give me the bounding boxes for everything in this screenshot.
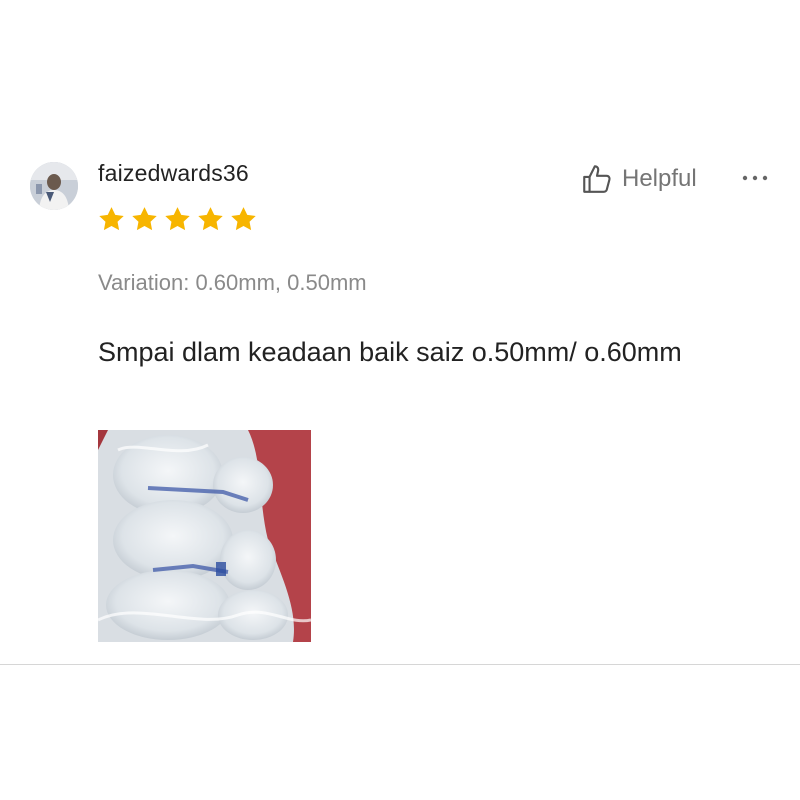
star-icon [231,207,256,231]
variation-label: Variation: [98,270,190,295]
star-icon [198,207,223,231]
helpful-button[interactable]: Helpful [580,160,697,198]
username[interactable]: faizedwards36 [98,160,249,187]
thumbs-up-icon [583,165,611,193]
review-photo-bubble-wrap-image [98,430,311,642]
avatar[interactable] [30,162,78,210]
variation-text: Variation: 0.60mm, 0.50mm [98,270,367,296]
star-icon [132,207,157,231]
more-horizontal-icon [742,175,768,181]
star-icon [99,207,124,231]
variation-value: 0.60mm, 0.50mm [195,270,367,295]
more-options-button[interactable] [738,166,772,190]
rating-stars [97,205,258,239]
star-icon [165,207,190,231]
review-photo[interactable] [98,430,311,642]
helpful-label: Helpful [622,165,697,192]
review-comment: Smpai dlam keadaan baik saiz o.50mm/ o.6… [98,337,682,367]
review-card: faizedwards36 Helpful Variation: 0.60mm,… [0,0,800,665]
user-avatar-icon [30,162,78,210]
divider [0,664,800,665]
